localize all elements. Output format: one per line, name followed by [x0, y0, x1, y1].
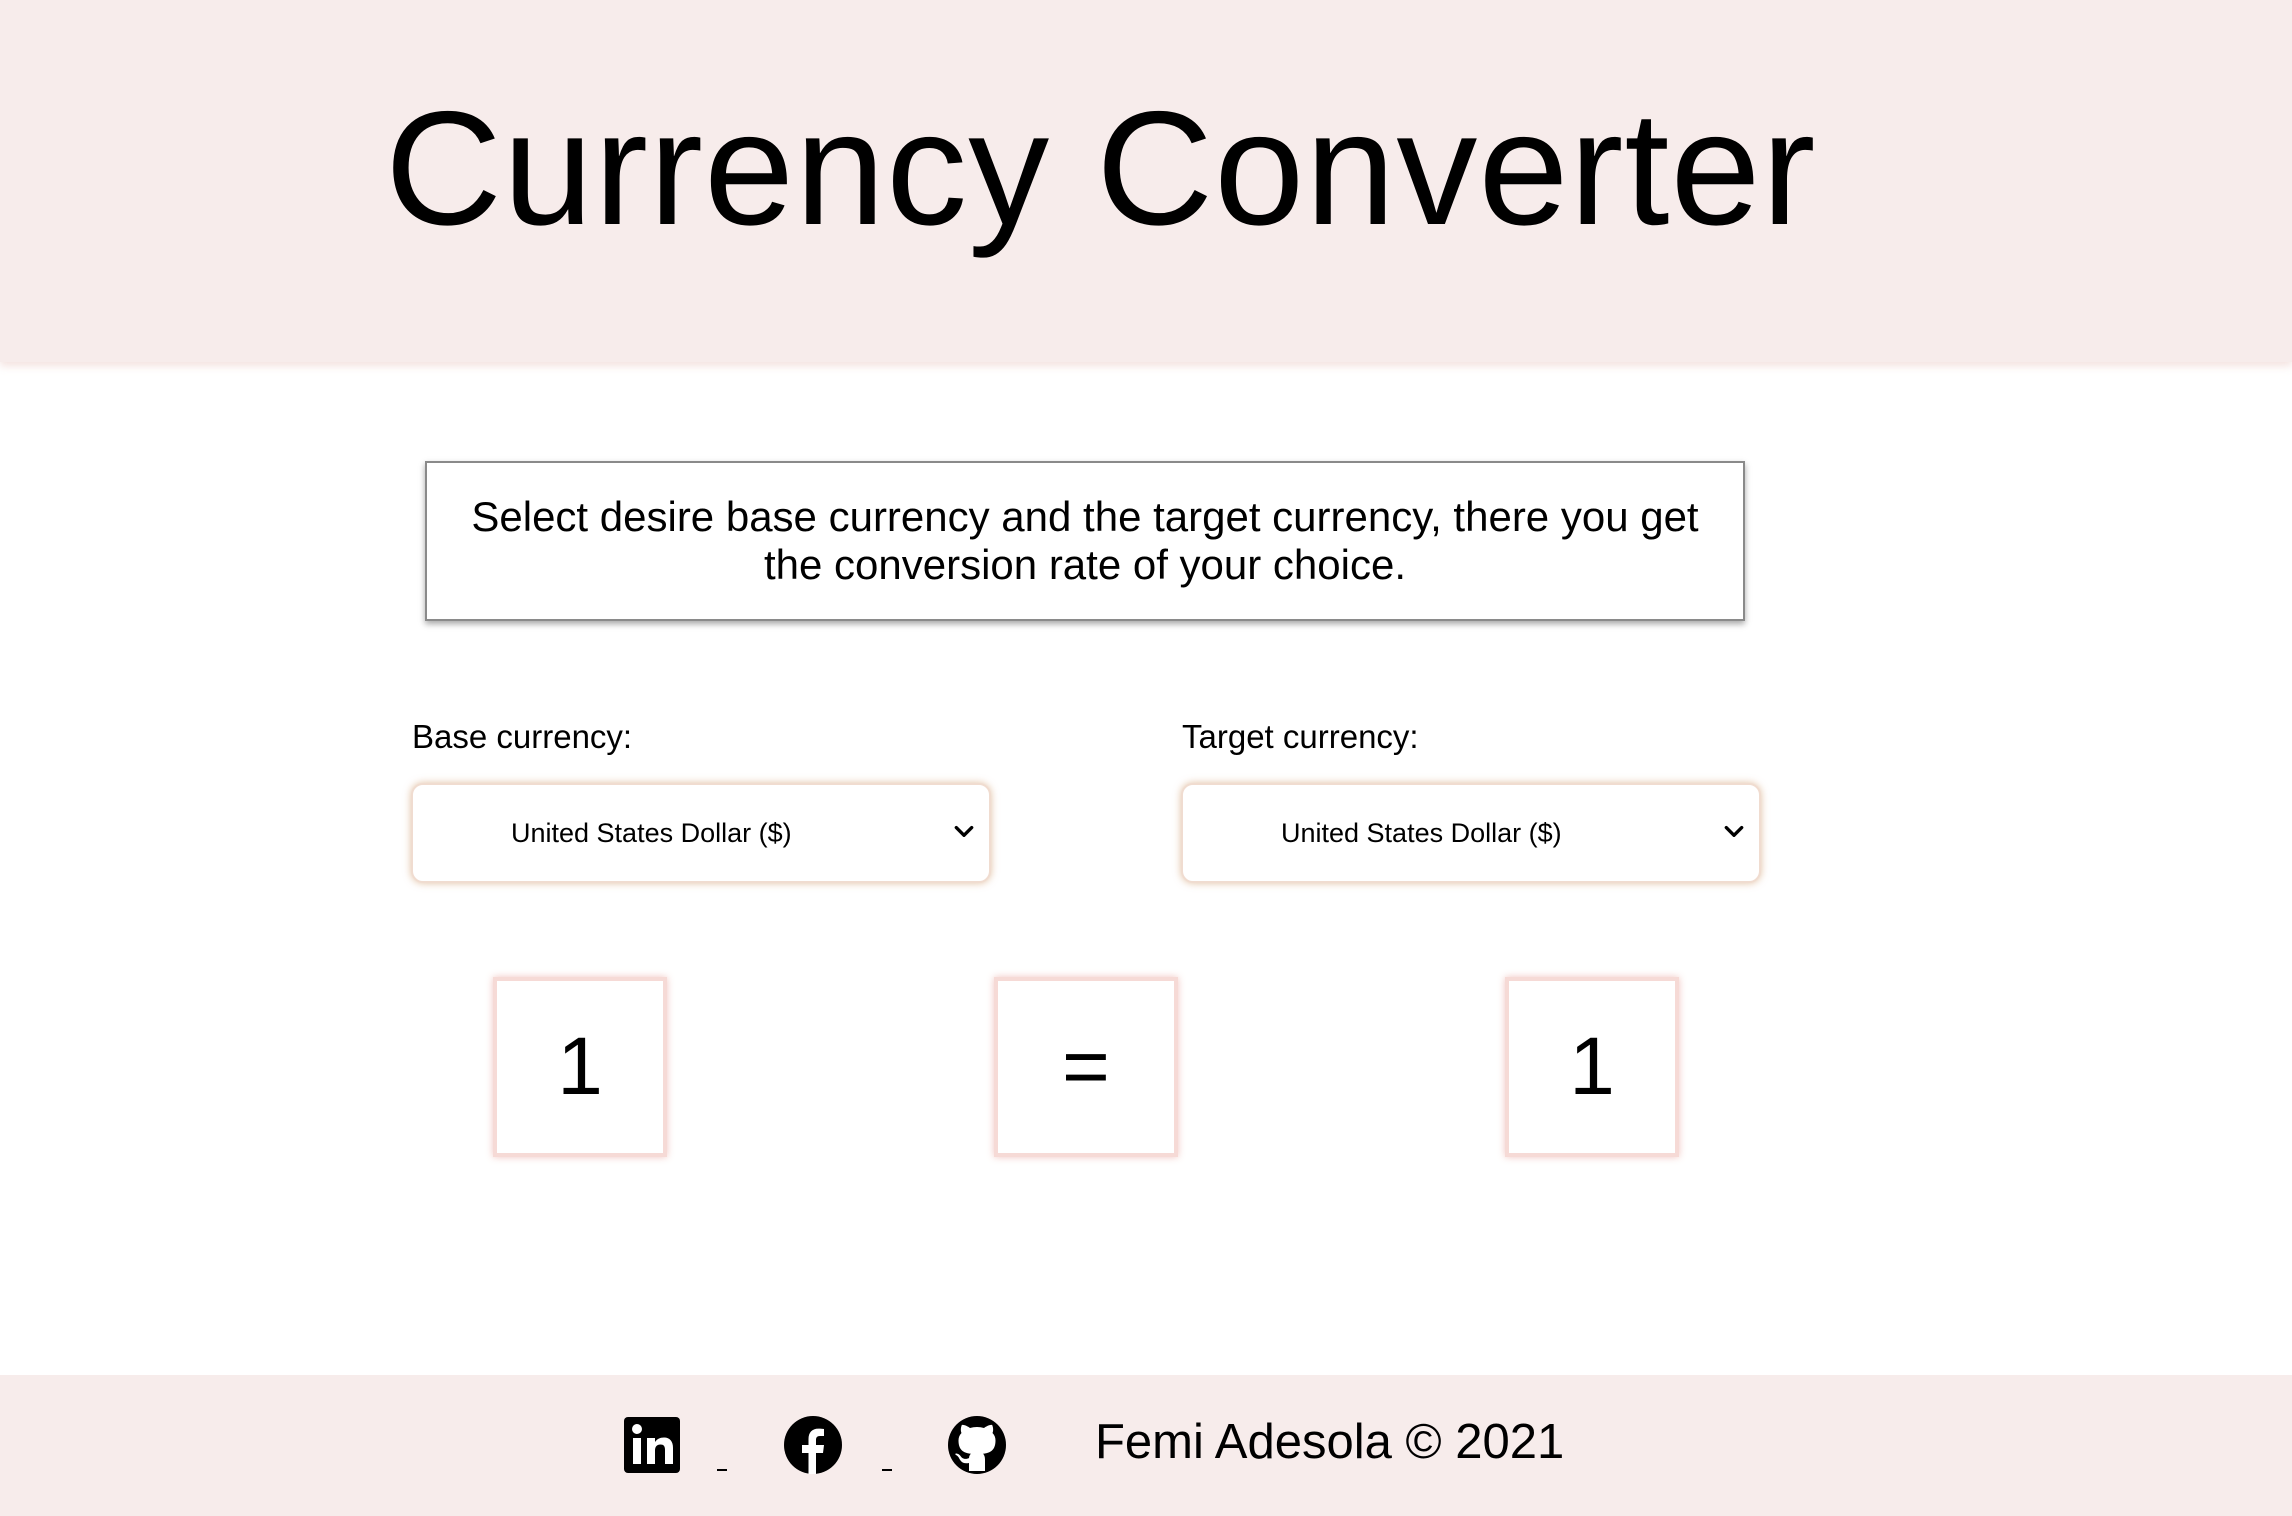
separator — [882, 1469, 892, 1471]
target-amount-box: 1 — [1505, 977, 1679, 1157]
facebook-link[interactable] — [783, 1415, 843, 1475]
target-currency-selected: United States Dollar ($) — [1281, 818, 1562, 848]
page-title: Currency Converter — [385, 78, 1817, 259]
header: Currency Converter — [0, 0, 2292, 362]
base-currency-selected: United States Dollar ($) — [511, 818, 792, 848]
target-amount-value: 1 — [1569, 1021, 1615, 1112]
footer: Femi Adesola © 2021 — [0, 1375, 2292, 1516]
chevron-down-icon — [954, 825, 974, 837]
base-amount-value: 1 — [557, 1021, 603, 1112]
base-amount-box: 1 — [493, 977, 667, 1157]
linkedin-link[interactable] — [622, 1415, 682, 1475]
base-currency-label: Base currency: — [412, 718, 633, 755]
copyright-text: Femi Adesola © 2021 — [1095, 1415, 1565, 1469]
intro-card: Select desire base currency and the targ… — [425, 461, 1745, 621]
page: Currency Converter Select desire base cu… — [0, 0, 2292, 1516]
chevron-down-icon — [1724, 825, 1744, 837]
target-currency-label: Target currency: — [1182, 718, 1419, 755]
equals-sign: = — [1062, 1021, 1110, 1112]
equals-box: = — [994, 977, 1178, 1157]
linkedin-icon — [624, 1417, 680, 1473]
facebook-icon — [784, 1416, 842, 1474]
target-currency-select[interactable]: United States Dollar ($) — [1181, 783, 1761, 883]
base-currency-select[interactable]: United States Dollar ($) — [411, 783, 991, 883]
github-link[interactable] — [947, 1415, 1007, 1475]
github-icon — [948, 1416, 1006, 1474]
intro-text: Select desire base currency and the targ… — [471, 493, 1699, 588]
separator — [717, 1469, 727, 1471]
